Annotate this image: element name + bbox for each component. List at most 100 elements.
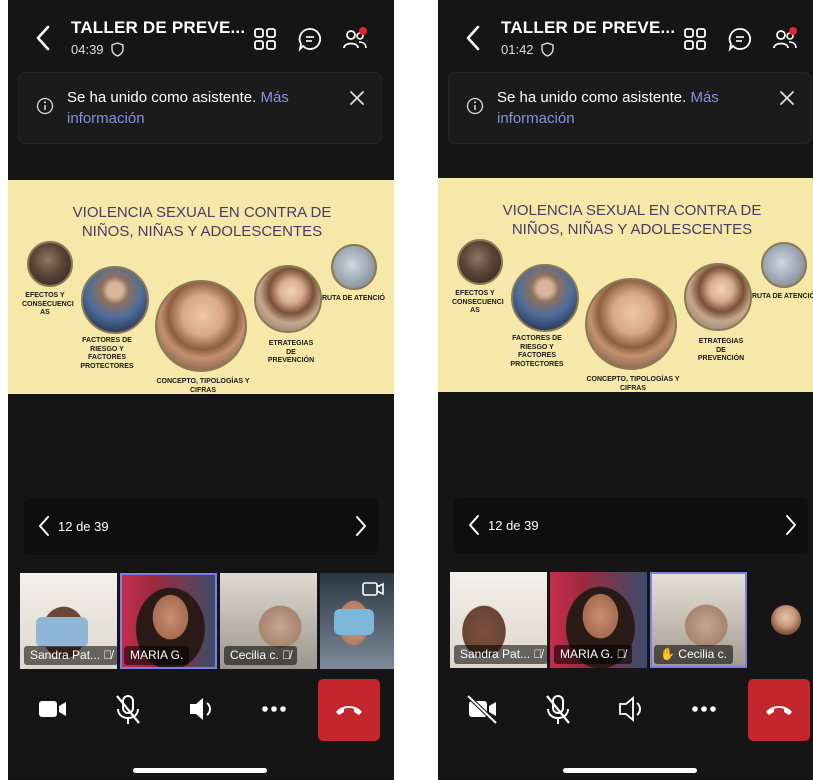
participant-name: Cecilia c. 🎙̸ (224, 646, 298, 665)
attendee-banner: Se ha unido como asistente. Más informac… (18, 72, 382, 144)
face-mask (334, 609, 374, 635)
face-mask (36, 617, 88, 647)
participant-name: Sandra Pat... 🎙̸ (454, 645, 547, 664)
people-icon[interactable] (342, 26, 368, 52)
call-timer: 01:42 (501, 42, 554, 57)
slide-label-ruta: RUTA DE ATENCIÓ (322, 295, 385, 302)
hangup-icon (766, 706, 792, 715)
home-indicator (563, 768, 697, 773)
close-icon[interactable] (347, 88, 367, 108)
slide-title-line2: NIÑOS, NIÑAS Y ADOLESCENTES (81, 223, 323, 240)
attendee-banner: Se ha unido como asistente. Más informac… (448, 72, 812, 144)
speaker-icon[interactable] (602, 679, 662, 739)
slide-image-efectos (27, 241, 73, 287)
slide-label-factores: FACTORES DE RIESGO Y FACTORES PROTECTORE… (510, 335, 564, 368)
mic-off-icon: 🎙̸ (282, 648, 292, 662)
participant-tile[interactable] (320, 573, 394, 669)
slide-image-concepto (585, 278, 677, 370)
slide-title-line2: NIÑOS, NIÑAS Y ADOLESCENTES (511, 221, 753, 238)
slide-label-estrategias: ETRATEGIAS DE PREVENCIÓN (267, 340, 315, 364)
slide-image-ruta (761, 242, 807, 288)
slide-title: VIOLENCIA SEXUAL EN CONTRA DE NIÑOS, NIÑA… (28, 203, 376, 241)
shared-slide: VIOLENCIA SEXUAL EN CONTRA DE NIÑOS, NIÑA… (8, 180, 394, 394)
call-header: TALLER DE PREVE... 01:42 (438, 0, 813, 70)
participant-name: MARIA G. 🎙̸ (554, 645, 632, 664)
participant-name: ✋ Cecilia c. (654, 645, 733, 664)
mic-off-icon: 🎙̸ (616, 647, 626, 661)
hangup-button[interactable] (318, 679, 380, 741)
chat-icon[interactable] (727, 26, 753, 52)
info-icon (36, 97, 54, 115)
mic-off-icon[interactable] (98, 679, 158, 739)
close-icon[interactable] (777, 88, 797, 108)
avatar[interactable] (771, 605, 801, 635)
slide-counter: 12 de 39 (488, 518, 539, 533)
speaker-icon[interactable] (172, 679, 232, 739)
participant-name: Sandra Pat... 🎙̸ (24, 646, 117, 665)
slide-title-line1: VIOLENCIA SEXUAL EN CONTRA DE (502, 202, 762, 219)
slide-title: VIOLENCIA SEXUAL EN CONTRA DE NIÑOS, NIÑA… (458, 201, 806, 239)
mic-off-icon[interactable] (528, 679, 588, 739)
info-icon (466, 97, 484, 115)
call-header: TALLER DE PREVE... 04:39 (8, 0, 394, 70)
call-timer: 04:39 (71, 42, 124, 57)
slide-image-estrategias (684, 263, 752, 331)
chevron-left-icon[interactable] (467, 513, 481, 537)
participant-tile[interactable]: Cecilia c. 🎙̸ (220, 573, 317, 669)
more-icon[interactable] (674, 679, 734, 739)
camera-icon[interactable] (22, 679, 82, 739)
slide-label-concepto: CONCEPTO, TIPOLOGÍAS Y CIFRAS (586, 376, 680, 392)
chevron-right-icon[interactable] (784, 513, 798, 537)
call-time: 01:42 (501, 42, 534, 57)
grid-icon[interactable] (682, 26, 708, 52)
call-time: 04:39 (71, 42, 104, 57)
banner-text: Se ha unido como asistente. Más informac… (497, 87, 757, 129)
camera-off-icon[interactable] (452, 679, 512, 739)
banner-message: Se ha unido como asistente. (497, 89, 687, 106)
chevron-left-icon[interactable] (32, 22, 54, 54)
participant-tile[interactable]: MARIA G. 🎙̸ (550, 572, 647, 668)
hangup-button[interactable] (748, 679, 810, 741)
slide-pager: 12 de 39 (24, 499, 378, 555)
raise-hand-icon: ✋ (660, 647, 675, 661)
chevron-left-icon[interactable] (462, 22, 484, 54)
shared-slide: VIOLENCIA SEXUAL EN CONTRA DE NIÑOS, NIÑA… (438, 178, 813, 392)
slide-label-factores: FACTORES DE RIESGO Y FACTORES PROTECTORE… (80, 337, 134, 370)
slide-label-ruta: RUTA DE ATENCIÓ (752, 293, 813, 300)
slide-image-concepto (155, 280, 247, 372)
people-icon[interactable] (772, 26, 798, 52)
slide-image-efectos (457, 239, 503, 285)
slide-label-efectos: EFECTOS Y CONSECUENCI AS (22, 292, 74, 316)
grid-icon[interactable] (252, 26, 278, 52)
participant-tile[interactable]: Sandra Pat... 🎙̸ (450, 572, 547, 668)
slide-label-efectos: EFECTOS Y CONSECUENCI AS (452, 290, 504, 314)
notification-dot (359, 27, 367, 35)
slide-image-factores (511, 264, 579, 332)
hangup-icon (336, 706, 362, 715)
slide-image-estrategias (254, 265, 322, 333)
shield-icon (540, 42, 554, 57)
slide-image-factores (81, 266, 149, 334)
slide-image-ruta (331, 244, 377, 290)
meeting-title: TALLER DE PREVE... (501, 18, 676, 37)
banner-text: Se ha unido como asistente. Más informac… (67, 87, 327, 129)
chat-icon[interactable] (297, 26, 323, 52)
home-indicator (133, 768, 267, 773)
meeting-title: TALLER DE PREVE... (71, 18, 246, 37)
more-icon[interactable] (244, 679, 304, 739)
teams-call-screen-2: TALLER DE PREVE... 01:42 Se ha unido com… (438, 0, 813, 780)
participant-tile[interactable]: ✋ Cecilia c. (650, 572, 747, 668)
shield-icon (110, 42, 124, 57)
slide-title-line1: VIOLENCIA SEXUAL EN CONTRA DE (72, 204, 332, 221)
participant-tile[interactable]: Sandra Pat... 🎙̸ (20, 573, 117, 669)
slide-counter: 12 de 39 (58, 519, 109, 534)
chevron-right-icon[interactable] (354, 514, 368, 538)
chevron-left-icon[interactable] (37, 514, 51, 538)
slide-pager: 12 de 39 (454, 498, 808, 554)
switch-camera-icon[interactable] (362, 579, 384, 599)
mic-off-icon: 🎙̸ (533, 647, 543, 661)
slide-label-concepto: CONCEPTO, TIPOLOGÍAS Y CIFRAS (156, 378, 250, 394)
slide-label-estrategias: ETRATEGIAS DE PREVENCIÓN (697, 338, 745, 362)
participant-tile[interactable]: MARIA G. (120, 573, 217, 669)
teams-call-screen-1: TALLER DE PREVE... 04:39 Se ha unido com… (8, 0, 394, 780)
